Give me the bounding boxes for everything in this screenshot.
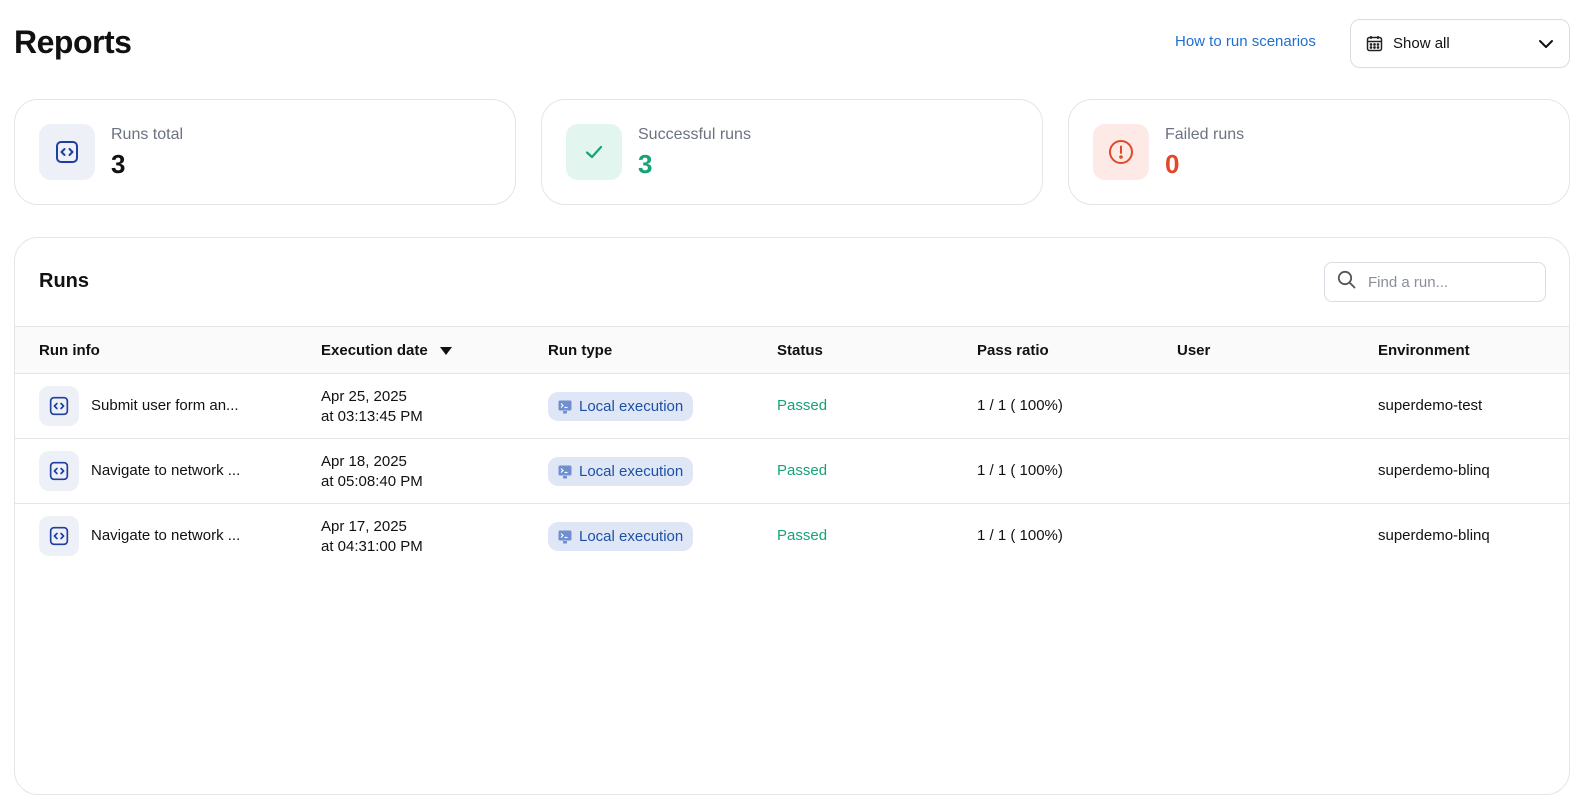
execution-date: Apr 25, 2025 at 03:13:45 PM [321,387,423,427]
successful-runs-label: Successful runs [638,126,751,143]
failed-runs-card: Failed runs 0 [1068,99,1570,205]
date-range-select[interactable]: Show all [1350,19,1570,68]
column-execution-date[interactable]: Execution date [321,342,452,359]
execution-date-time: at 05:08:40 PM [321,473,423,490]
status-badge: Passed [777,462,828,479]
sort-descending-icon[interactable] [439,346,452,355]
run-type-label: Local execution [579,398,684,415]
runs-total-value: 3 [111,149,126,179]
run-name[interactable]: Navigate to network ... [91,462,240,479]
terminal-icon [558,465,572,479]
table-row[interactable]: Navigate to network ... Apr 18, 2025 at … [15,439,1569,504]
execution-date: Apr 17, 2025 at 04:31:00 PM [321,517,423,557]
status-badge: Passed [777,527,828,544]
execution-date: Apr 18, 2025 at 05:08:40 PM [321,452,423,492]
runs-title: Runs [39,270,89,292]
run-name[interactable]: Navigate to network ... [91,527,240,544]
execution-date-day: Apr 18, 2025 [321,453,407,470]
column-status[interactable]: Status [777,342,823,359]
terminal-icon [558,400,572,414]
runs-total-card: Runs total 3 [14,99,516,205]
run-type-badge: Local execution [548,457,694,486]
environment: superdemo-blinq [1378,527,1490,544]
execution-date-day: Apr 25, 2025 [321,388,407,405]
terminal-icon [558,530,572,544]
code-icon [39,451,79,491]
check-icon [566,124,622,180]
column-environment[interactable]: Environment [1378,342,1470,359]
pass-ratio: 1 / 1 ( 100%) [977,397,1063,414]
table-row[interactable]: Submit user form an... Apr 25, 2025 at 0… [15,374,1569,439]
chevron-down-icon [1537,35,1555,53]
run-name[interactable]: Submit user form an... [91,397,239,414]
run-type-label: Local execution [579,463,684,480]
environment: superdemo-test [1378,397,1483,414]
runs-panel: Runs Run info Execution date Run type St… [14,237,1570,795]
calendar-icon [1365,35,1383,53]
search-input[interactable] [1368,273,1518,291]
code-icon [39,386,79,426]
successful-runs-card: Successful runs 3 [541,99,1043,205]
column-run-type[interactable]: Run type [548,342,612,359]
search-icon [1337,270,1356,294]
column-execution-date-label: Execution date [321,342,428,359]
column-user[interactable]: User [1177,342,1210,359]
table-header: Run info Execution date Run type Status … [15,326,1569,374]
alert-circle-icon [1093,124,1149,180]
run-type-badge: Local execution [548,392,694,421]
successful-runs-value: 3 [638,149,653,179]
column-pass-ratio[interactable]: Pass ratio [977,342,1049,359]
code-icon [39,124,95,180]
code-icon [39,516,79,556]
page-title: Reports [14,24,132,60]
runs-total-label: Runs total [111,126,184,143]
execution-date-time: at 04:31:00 PM [321,538,423,555]
environment: superdemo-blinq [1378,462,1490,479]
how-to-run-scenarios-link[interactable]: How to run scenarios [1175,33,1316,50]
column-run-info[interactable]: Run info [39,342,100,359]
table-row[interactable]: Navigate to network ... Apr 17, 2025 at … [15,504,1569,569]
status-badge: Passed [777,397,828,414]
run-type-badge: Local execution [548,522,694,551]
failed-runs-label: Failed runs [1165,126,1245,143]
run-search[interactable] [1324,262,1546,302]
failed-runs-value: 0 [1165,149,1180,179]
run-type-label: Local execution [579,528,684,545]
date-range-value: Show all [1393,35,1450,52]
pass-ratio: 1 / 1 ( 100%) [977,527,1063,544]
execution-date-time: at 03:13:45 PM [321,408,423,425]
execution-date-day: Apr 17, 2025 [321,518,407,535]
pass-ratio: 1 / 1 ( 100%) [977,462,1063,479]
